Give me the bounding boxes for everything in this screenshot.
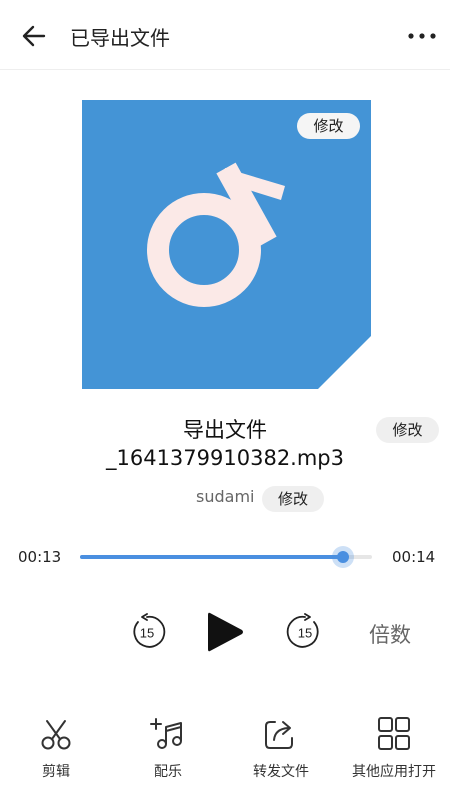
more-button[interactable] [406, 20, 438, 52]
progress-thumb[interactable] [331, 546, 354, 568]
name-edit-button[interactable]: 修改 [376, 417, 439, 443]
cut-label: 剪辑 [42, 764, 70, 780]
rewind-15-icon: 15 [133, 613, 166, 648]
progress-bar[interactable] [80, 546, 372, 568]
back-button[interactable] [18, 20, 50, 52]
rewind-15-button[interactable]: 15 [128, 613, 166, 651]
artist-edit-button[interactable]: 修改 [262, 486, 324, 512]
share-tool[interactable]: 转发文件 [225, 716, 337, 781]
progress-fill [80, 555, 343, 559]
bottom-toolbar: 剪辑 配乐 转发文件 其他应用打开 [0, 716, 450, 786]
current-time: 00:13 [18, 548, 62, 566]
grid-icon [378, 717, 410, 750]
music-tool[interactable]: 配乐 [112, 716, 224, 781]
share-icon [265, 721, 293, 749]
forward-15-icon: 15 [286, 613, 319, 648]
play-icon [208, 612, 243, 652]
file-name: 导出文件_1641379910382.mp3 [105, 418, 344, 470]
forward-seconds-label: 15 [298, 626, 312, 641]
total-time: 00:14 [392, 548, 436, 566]
cut-tool[interactable]: 剪辑 [0, 716, 112, 781]
album-cover [82, 100, 371, 389]
play-button[interactable] [205, 610, 245, 654]
arrow-left-icon [22, 25, 46, 47]
more-horizontal-icon [408, 33, 436, 39]
forward-15-button[interactable]: 15 [286, 613, 324, 651]
page-title: 已导出文件 [70, 26, 170, 50]
open-with-tool[interactable]: 其他应用打开 [338, 716, 450, 781]
scissors-icon [41, 720, 71, 750]
cover-edit-button[interactable]: 修改 [297, 113, 360, 139]
open-with-label: 其他应用打开 [352, 764, 436, 780]
speed-button[interactable]: 倍数 [369, 619, 411, 649]
music-add-icon [150, 718, 182, 749]
rewind-seconds-label: 15 [140, 626, 154, 641]
music-label: 配乐 [154, 764, 182, 780]
artist-name: sudami [196, 487, 255, 506]
top-bar: 已导出文件 [0, 0, 450, 70]
share-label: 转发文件 [253, 764, 309, 780]
